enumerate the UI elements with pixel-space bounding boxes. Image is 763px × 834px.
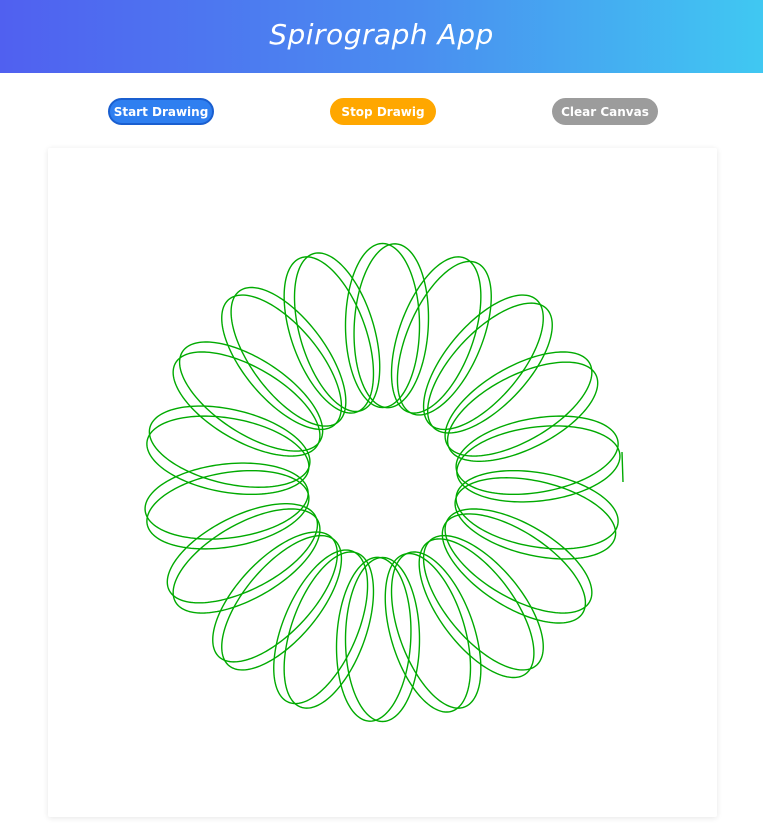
- drawing-canvas[interactable]: [48, 148, 717, 817]
- spiro-loop-0: [344, 242, 421, 409]
- spiro-loop-15: [418, 538, 535, 679]
- app-title: Spirograph App: [269, 18, 494, 51]
- spiro-loop-7: [446, 361, 599, 462]
- spiro-loop-25: [166, 503, 319, 604]
- spiro-loop-21: [273, 549, 369, 705]
- spiro-loop-13: [441, 513, 587, 624]
- start-drawing-button[interactable]: Start Drawing: [108, 98, 214, 125]
- spiro-loop-32: [221, 294, 343, 431]
- spiro-loop-12: [444, 508, 593, 614]
- spiro-loop-33: [230, 286, 347, 427]
- app-header: Spirograph App: [0, 0, 763, 73]
- spiro-loop-18: [344, 556, 421, 723]
- spiro-loop-22: [221, 534, 343, 671]
- spiro-loop-3: [396, 260, 492, 416]
- stop-drawing-button[interactable]: Stop Drawig: [330, 98, 436, 125]
- clear-canvas-button[interactable]: Clear Canvas: [552, 98, 658, 125]
- spiro-loop-6: [444, 351, 593, 457]
- spiro-tail: [621, 451, 624, 483]
- spirograph-drawing: [144, 242, 624, 723]
- spiro-loop-31: [178, 341, 324, 452]
- spiro-loop-30: [172, 351, 321, 457]
- spiro-loop-4: [422, 294, 544, 431]
- spiro-loop-14: [422, 534, 544, 671]
- spiro-loop-24: [172, 508, 321, 614]
